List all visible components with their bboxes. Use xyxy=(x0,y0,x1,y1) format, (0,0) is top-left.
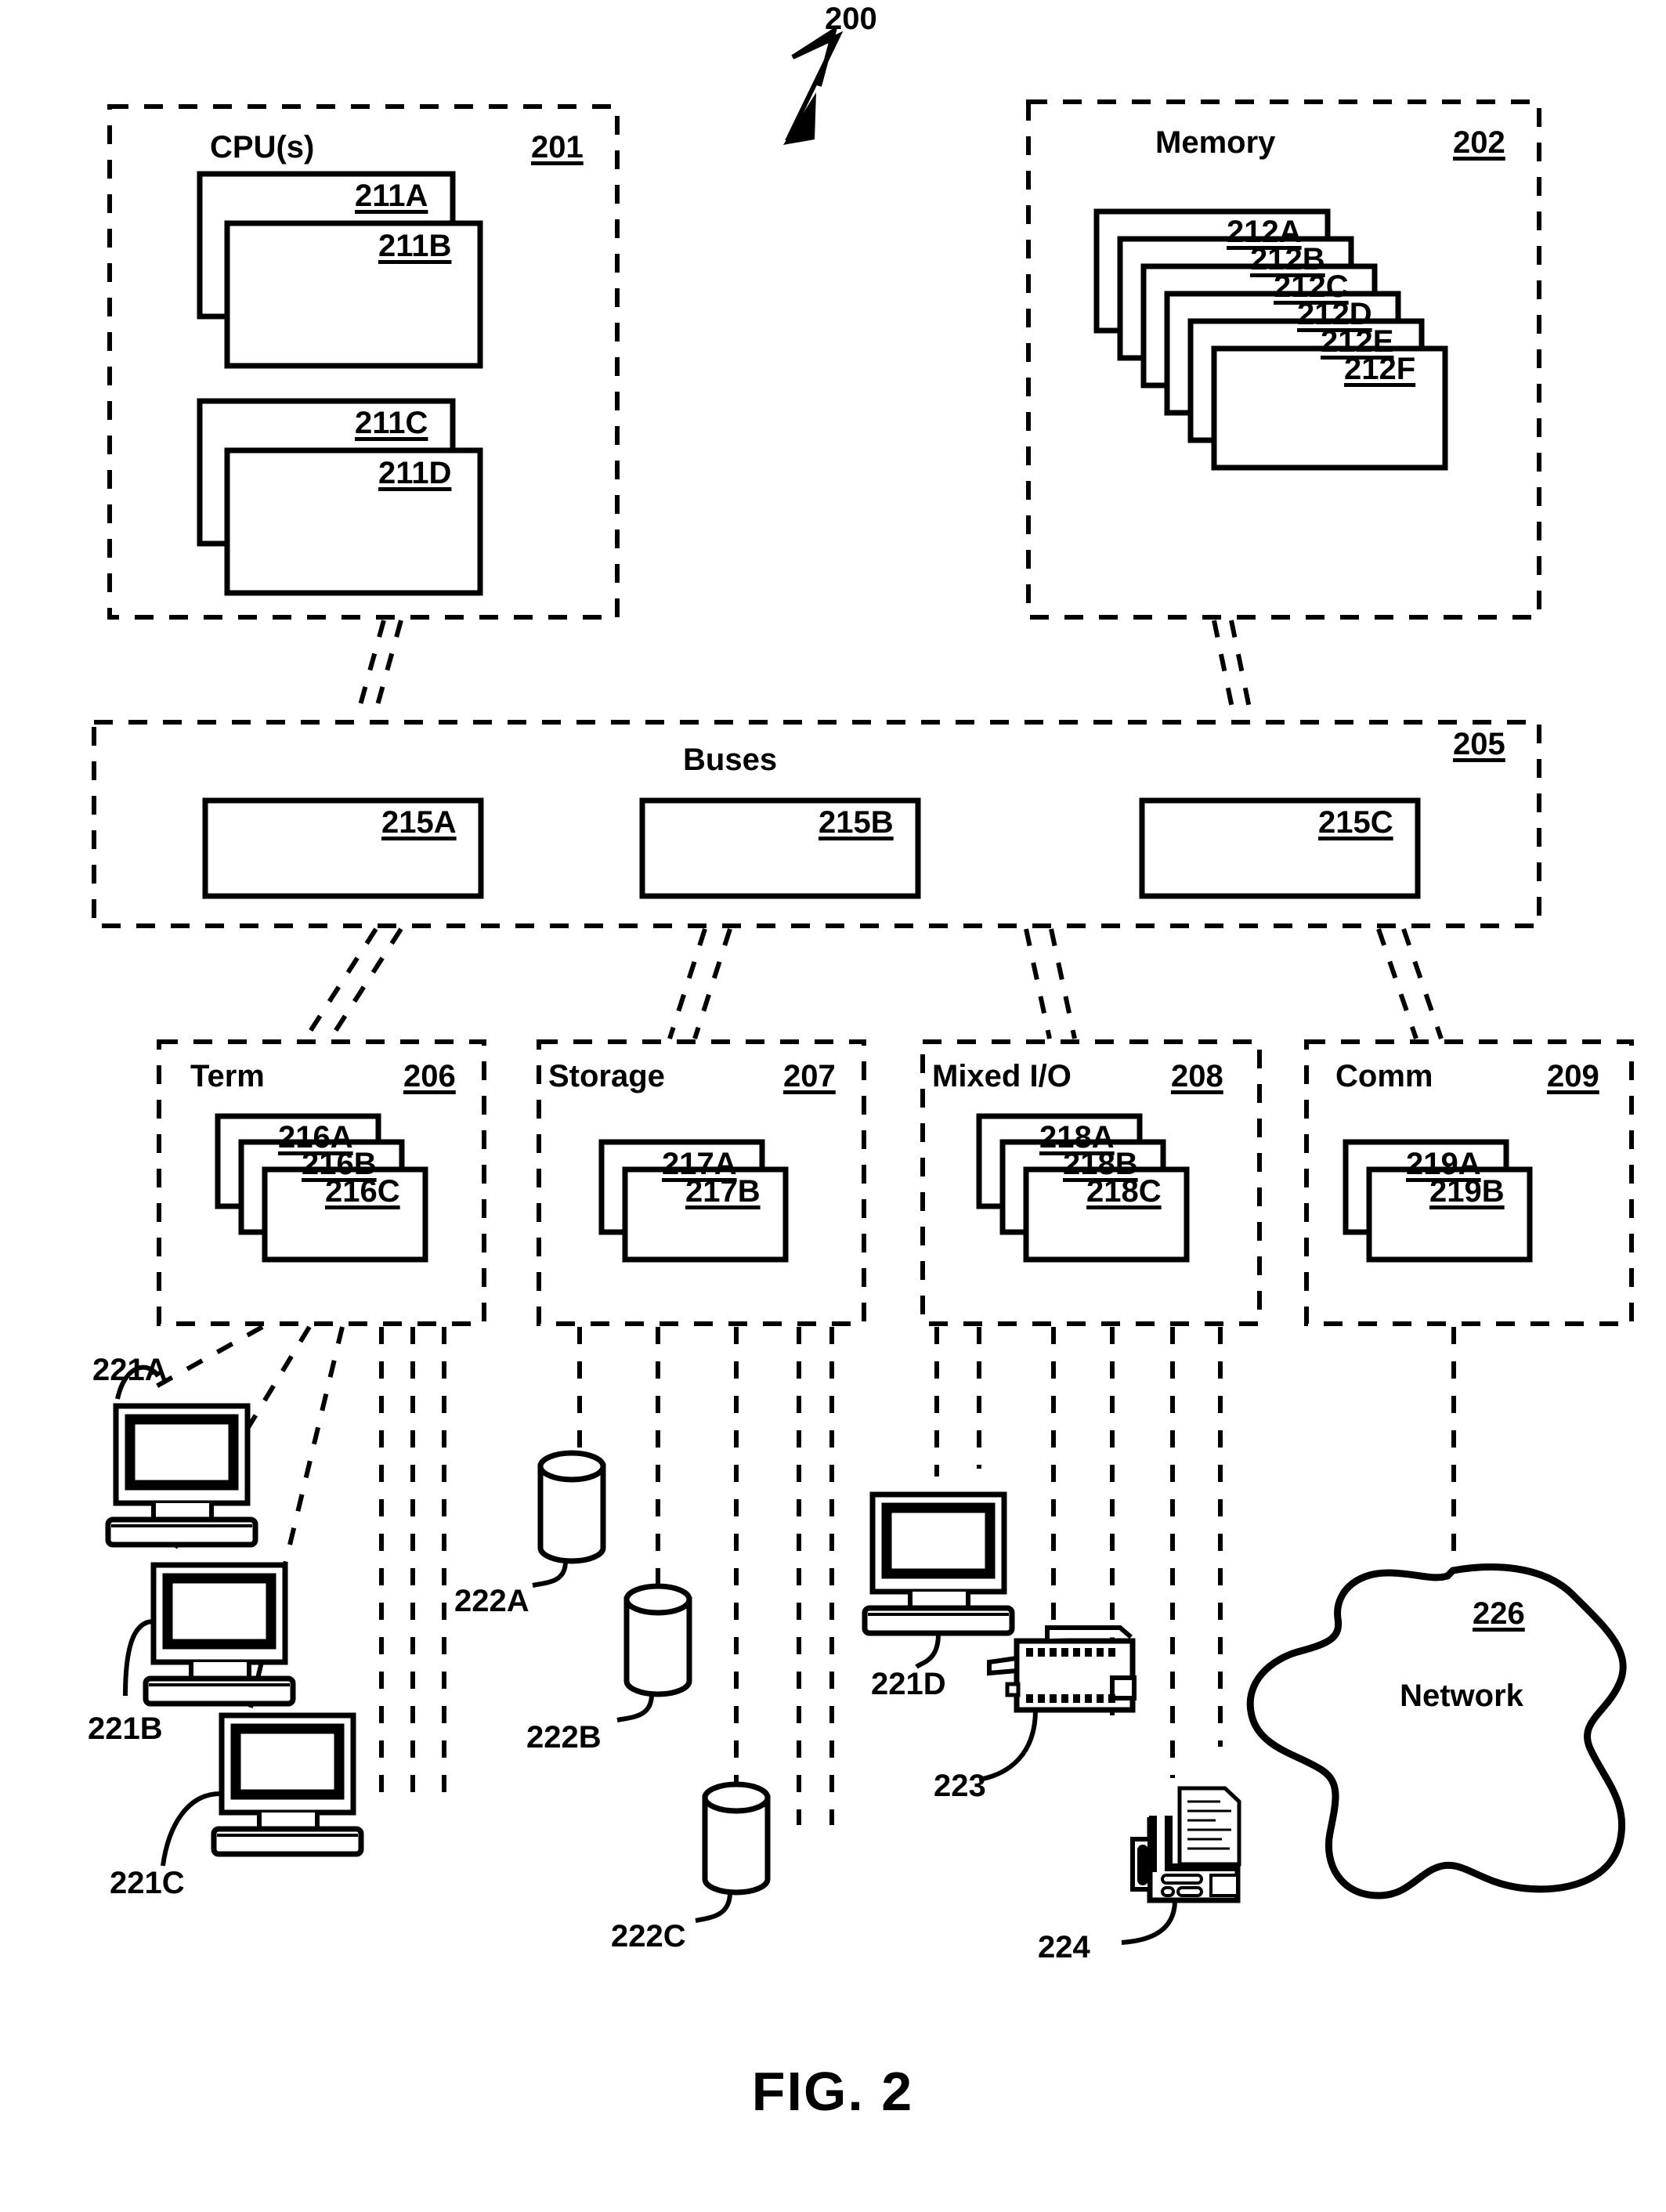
device-ref-221A: 221A xyxy=(92,1353,168,1387)
mixedio-group-title: Mixed I/O xyxy=(932,1059,1072,1093)
conn-cpu-bus-1 xyxy=(354,620,386,720)
device-ref-223: 223 xyxy=(934,1769,986,1803)
network-label: Network xyxy=(1400,1679,1523,1713)
cylinder-222B-icon xyxy=(616,1583,692,1722)
device-ref-222A: 222A xyxy=(454,1584,529,1618)
card-ref-218C: 218C xyxy=(1086,1174,1162,1209)
patent-figure-2: 200 CPU(s) 201 Memory 202 Buses 205 Term… xyxy=(0,0,1666,2212)
bus-connectors xyxy=(354,620,1254,720)
card-ref-211D: 211D xyxy=(378,456,452,490)
conn-bus-storage-1 xyxy=(667,928,707,1039)
buses-group-title: Buses xyxy=(683,743,778,777)
card-ref-211B: 211B xyxy=(378,229,452,263)
memory-group-title: Memory xyxy=(1155,125,1276,160)
conn-bus-mixed-1 xyxy=(1024,928,1052,1039)
conn-mem-bus-1 xyxy=(1229,620,1254,720)
cylinder-222A-icon xyxy=(532,1450,606,1588)
cpu-group-title: CPU(s) xyxy=(210,130,315,164)
card-ref-219B: 219B xyxy=(1429,1174,1505,1209)
system-pointer-arrow xyxy=(783,25,844,145)
conn-bus-mixed-2 xyxy=(1049,928,1077,1039)
monitor-221D-icon xyxy=(862,1491,1015,1669)
card-ref-215A: 215A xyxy=(381,805,457,840)
storage-group-title: Storage xyxy=(548,1059,665,1093)
adapter-cards xyxy=(215,1113,1533,1263)
fax-224-icon xyxy=(1121,1786,1241,1945)
conn-mem-bus-2 xyxy=(1212,620,1237,720)
comm-group-ref: 209 xyxy=(1547,1059,1599,1093)
adapter-connectors xyxy=(303,927,1444,1040)
system-ref-200: 200 xyxy=(825,2,877,36)
card-ref-212F: 212F xyxy=(1344,352,1416,386)
figure-caption: FIG. 2 xyxy=(751,2061,914,2122)
device-ref-221C: 221C xyxy=(110,1866,185,1900)
mixedio-group-ref: 208 xyxy=(1171,1059,1223,1093)
network-cloud-icon xyxy=(1246,1563,1627,1899)
device-ref-221D: 221D xyxy=(871,1667,946,1701)
monitor-221B-icon xyxy=(123,1562,296,1707)
conn-bus-comm-1 xyxy=(1376,928,1418,1039)
cpu-group-ref: 201 xyxy=(531,130,584,164)
storage-group-ref: 207 xyxy=(783,1059,836,1093)
conn-bus-comm-2 xyxy=(1401,928,1444,1039)
cylinder-222C-icon xyxy=(695,1781,771,1923)
card-ref-211A: 211A xyxy=(355,179,428,213)
card-ref-211C: 211C xyxy=(355,406,428,440)
device-ref-224: 224 xyxy=(1038,1930,1090,1964)
printer-223-icon xyxy=(978,1625,1137,1782)
memory-group-ref: 202 xyxy=(1453,125,1505,160)
device-ref-222C: 222C xyxy=(611,1919,686,1954)
conn-bus-term-2 xyxy=(328,927,403,1040)
card-ref-216C: 216C xyxy=(325,1174,400,1209)
term-group-ref: 206 xyxy=(403,1059,456,1093)
term-group-title: Term xyxy=(190,1059,265,1093)
figure-canvas xyxy=(92,25,1634,1945)
comm-group-title: Comm xyxy=(1335,1059,1433,1093)
card-ref-215B: 215B xyxy=(819,805,894,840)
card-ref-215C: 215C xyxy=(1318,805,1393,840)
monitor-221A-icon xyxy=(105,1364,258,1548)
device-ref-222B: 222B xyxy=(526,1720,602,1755)
network-ref-226: 226 xyxy=(1473,1596,1525,1631)
monitor-221C-icon xyxy=(161,1712,364,1867)
device-ref-221B: 221B xyxy=(88,1711,163,1746)
buses-group-ref: 205 xyxy=(1453,727,1505,761)
card-ref-217B: 217B xyxy=(685,1174,761,1209)
